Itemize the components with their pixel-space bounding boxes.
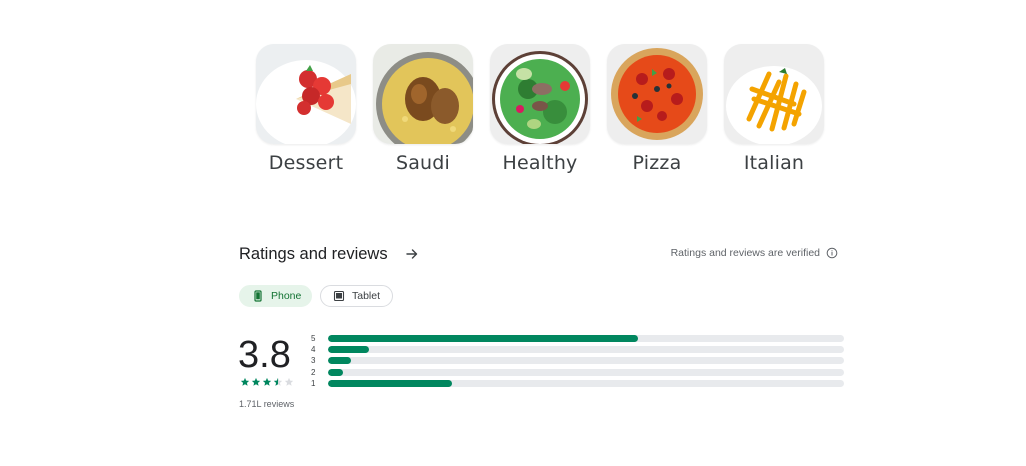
saudi-dish-image xyxy=(373,44,473,144)
phone-chip-label: Phone xyxy=(271,290,302,302)
tablet-icon xyxy=(333,290,345,302)
histogram-label: 4 xyxy=(311,345,316,355)
histogram-bar xyxy=(328,379,452,387)
histogram-label: 5 xyxy=(311,334,316,344)
histogram-track xyxy=(328,346,844,354)
star-rating xyxy=(240,377,294,387)
tablet-chip-label: Tablet xyxy=(352,290,381,302)
italian-pasta-image xyxy=(724,44,824,144)
histogram-row: 5 xyxy=(311,333,844,344)
ratings-header: Ratings and reviews xyxy=(239,244,422,264)
histogram-bar xyxy=(328,335,638,343)
histogram-track xyxy=(328,379,844,387)
histogram-label: 3 xyxy=(311,356,316,366)
category-saudi[interactable]: Saudi xyxy=(372,44,474,174)
device-chips: Phone Tablet xyxy=(239,285,393,307)
category-label: Pizza xyxy=(632,152,682,174)
histogram-bar xyxy=(328,357,352,365)
histogram-row: 2 xyxy=(311,367,844,378)
ratings-title: Ratings and reviews xyxy=(239,244,388,263)
category-label: Italian xyxy=(743,152,805,174)
tablet-chip[interactable]: Tablet xyxy=(320,285,393,307)
phone-icon xyxy=(252,290,264,302)
histogram-row: 4 xyxy=(311,344,844,355)
dessert-image xyxy=(256,44,356,144)
review-count: 1.71L reviews xyxy=(239,399,295,409)
category-pizza[interactable]: Pizza xyxy=(606,44,708,174)
star-half-icon xyxy=(273,377,283,387)
phone-chip[interactable]: Phone xyxy=(239,285,312,307)
category-strip: Dessert Saudi Healthy Pizza Italian xyxy=(255,44,825,174)
star-empty-icon xyxy=(284,377,294,387)
average-rating: 3.8 xyxy=(238,334,291,376)
rating-histogram: 5 4 3 2 1 xyxy=(311,333,844,389)
histogram-label: 2 xyxy=(311,367,316,377)
arrow-right-icon[interactable] xyxy=(402,244,422,264)
category-healthy[interactable]: Healthy xyxy=(489,44,591,174)
healthy-salad-image xyxy=(490,44,590,144)
star-full-icon xyxy=(262,377,272,387)
histogram-row: 3 xyxy=(311,355,844,366)
histogram-row: 1 xyxy=(311,378,844,389)
histogram-track xyxy=(328,368,844,376)
star-full-icon xyxy=(251,377,261,387)
star-full-icon xyxy=(240,377,250,387)
category-italian[interactable]: Italian xyxy=(723,44,825,174)
histogram-track xyxy=(328,357,844,365)
histogram-bar xyxy=(328,346,370,354)
category-label: Dessert xyxy=(268,152,344,174)
category-dessert[interactable]: Dessert xyxy=(255,44,357,174)
category-label: Saudi xyxy=(395,152,451,174)
pizza-image xyxy=(607,44,707,144)
histogram-label: 1 xyxy=(311,378,316,388)
histogram-track xyxy=(328,335,844,343)
verified-text: Ratings and reviews are verified xyxy=(670,247,820,259)
category-label: Healthy xyxy=(502,152,578,174)
histogram-bar xyxy=(328,368,344,376)
verified-notice: Ratings and reviews are verified xyxy=(671,247,838,259)
info-icon[interactable] xyxy=(826,247,838,259)
